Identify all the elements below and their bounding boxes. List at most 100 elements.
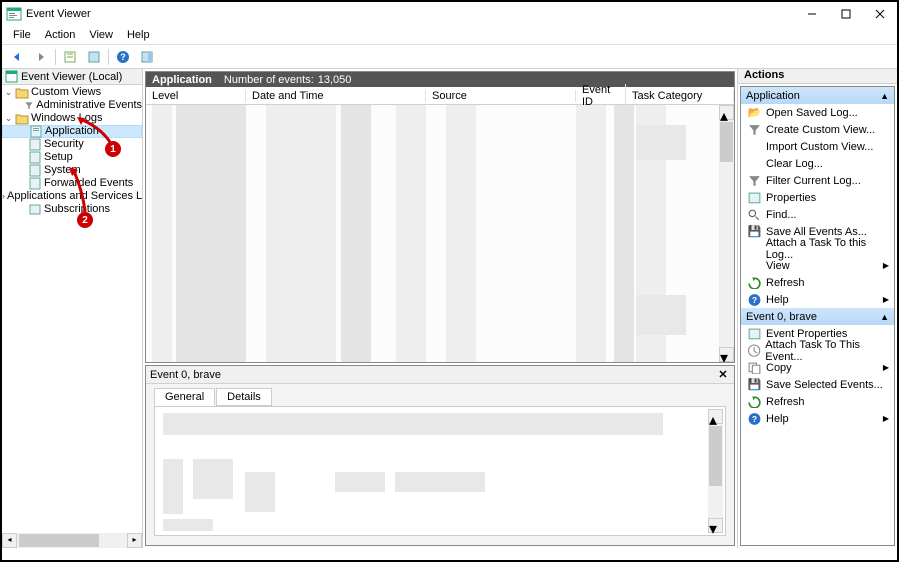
save-icon: 💾 [747,225,762,239]
forward-button[interactable] [30,47,52,67]
action-refresh-2[interactable]: Refresh [741,393,894,410]
col-level[interactable]: Level [146,90,246,102]
action-properties[interactable]: Properties [741,189,894,206]
tree-application[interactable]: Application [2,125,142,138]
action-clear-log[interactable]: Clear Log... [741,155,894,172]
list-body[interactable]: ▴ ▾ [146,105,734,362]
scroll-up-button[interactable]: ▴ [719,105,734,120]
tree-security[interactable]: Security [2,138,142,151]
detail-close-button[interactable]: ✕ [716,368,730,382]
menu-help[interactable]: Help [120,27,157,43]
detail-panel: Event 0, brave ✕ General Details ▴ ▾ [145,365,735,546]
subscriptions-icon [28,203,42,216]
menu-file[interactable]: File [6,27,38,43]
col-source[interactable]: Source [426,90,576,102]
tree-apps-services[interactable]: › Applications and Services Lo [2,190,142,203]
find-icon [747,208,762,222]
filter-icon [747,123,762,137]
tree-root[interactable]: Event Viewer (Local) [2,69,142,85]
action-label: Find... [766,209,797,221]
scroll-up-button[interactable]: ▴ [708,409,723,424]
help-icon: ? [747,293,762,307]
action-create-custom-view[interactable]: Create Custom View... [741,121,894,138]
menu-action[interactable]: Action [38,27,83,43]
action-save-selected[interactable]: 💾Save Selected Events... [741,376,894,393]
list-columns: Level Date and Time Source Event ID Task… [146,87,734,105]
col-eventid[interactable]: Event ID [576,84,626,108]
tab-general[interactable]: General [154,388,215,406]
log-icon [29,125,43,138]
tree-custom-views[interactable]: ⌄ Custom Views [2,86,142,99]
action-help-2[interactable]: ?Help▶ [741,410,894,427]
scroll-thumb[interactable] [720,122,733,162]
scroll-right-button[interactable]: ▸ [127,533,142,548]
minimize-button[interactable] [795,2,829,26]
tree-forwarded-events[interactable]: Forwarded Events [2,177,142,190]
chevron-up-icon: ▲ [880,312,889,322]
actions-section-application[interactable]: Application ▲ [741,87,894,104]
actions-section-event[interactable]: Event 0, brave ▲ [741,308,894,325]
separator [55,49,56,65]
show-hide-button[interactable] [136,47,158,67]
expand-icon[interactable]: › [2,190,5,203]
menu-view[interactable]: View [82,27,120,43]
action-help[interactable]: ? Help ▶ [741,291,894,308]
action-label: Copy [766,362,792,374]
scroll-down-button[interactable]: ▾ [708,518,723,533]
action-filter-log[interactable]: Filter Current Log... [741,172,894,189]
tree-label: Windows Logs [31,112,103,125]
close-button[interactable] [863,2,897,26]
tree-label: Security [44,138,84,151]
scroll-left-button[interactable]: ◂ [2,533,17,548]
tree-label: Setup [44,151,73,164]
refresh-view-button[interactable] [59,47,81,67]
expand-icon[interactable]: ⌄ [2,112,15,125]
tree-scrollbar[interactable]: ◂ ▸ [2,533,142,548]
tree-windows-logs[interactable]: ⌄ Windows Logs [2,112,142,125]
col-datetime[interactable]: Date and Time [246,90,426,102]
tree-system[interactable]: System [2,164,142,177]
action-label: Import Custom View... [766,141,873,153]
scroll-thumb[interactable] [19,534,99,547]
action-attach-task-log[interactable]: Attach a Task To this Log... [741,240,894,257]
list-header-count-label: Number of events: [224,74,314,86]
action-label: Refresh [766,277,805,289]
action-label: Help [766,294,789,306]
action-label: View [766,260,790,272]
back-button[interactable] [6,47,28,67]
action-import-custom-view[interactable]: Import Custom View... [741,138,894,155]
toolbar: ? [2,45,897,69]
separator [108,49,109,65]
blank-icon [747,157,762,171]
action-open-saved-log[interactable]: 📂Open Saved Log... [741,104,894,121]
list-vscroll[interactable]: ▴ ▾ [719,105,734,362]
folder-icon [15,112,29,125]
maximize-button[interactable] [829,2,863,26]
detail-vscroll[interactable]: ▴ ▾ [708,409,723,533]
tree-setup[interactable]: Setup [2,151,142,164]
scroll-down-button[interactable]: ▾ [719,347,734,362]
scroll-thumb[interactable] [709,426,722,486]
log-icon [28,138,42,151]
action-label: Properties [766,192,816,204]
app-icon [6,6,22,22]
tree-subscriptions[interactable]: Subscriptions [2,203,142,216]
properties-icon [747,327,762,341]
action-attach-task-event[interactable]: Attach Task To This Event... [741,342,894,359]
properties-button[interactable] [83,47,105,67]
action-refresh[interactable]: Refresh [741,274,894,291]
tree-admin-events[interactable]: Administrative Events [2,99,142,112]
folder-open-icon: 📂 [747,106,762,120]
tree-label: System [44,164,81,177]
tab-details[interactable]: Details [216,388,272,406]
action-label: Clear Log... [766,158,823,170]
action-find[interactable]: Find... [741,206,894,223]
action-label: Attach Task To This Event... [765,339,894,363]
help-toolbar-button[interactable]: ? [112,47,134,67]
blank-icon [747,259,762,273]
section-label: Event 0, brave [746,311,817,323]
chevron-right-icon: ▶ [883,295,889,304]
expand-icon[interactable]: ⌄ [2,86,15,99]
svg-text:?: ? [120,52,126,62]
col-taskcategory[interactable]: Task Category [626,90,734,102]
